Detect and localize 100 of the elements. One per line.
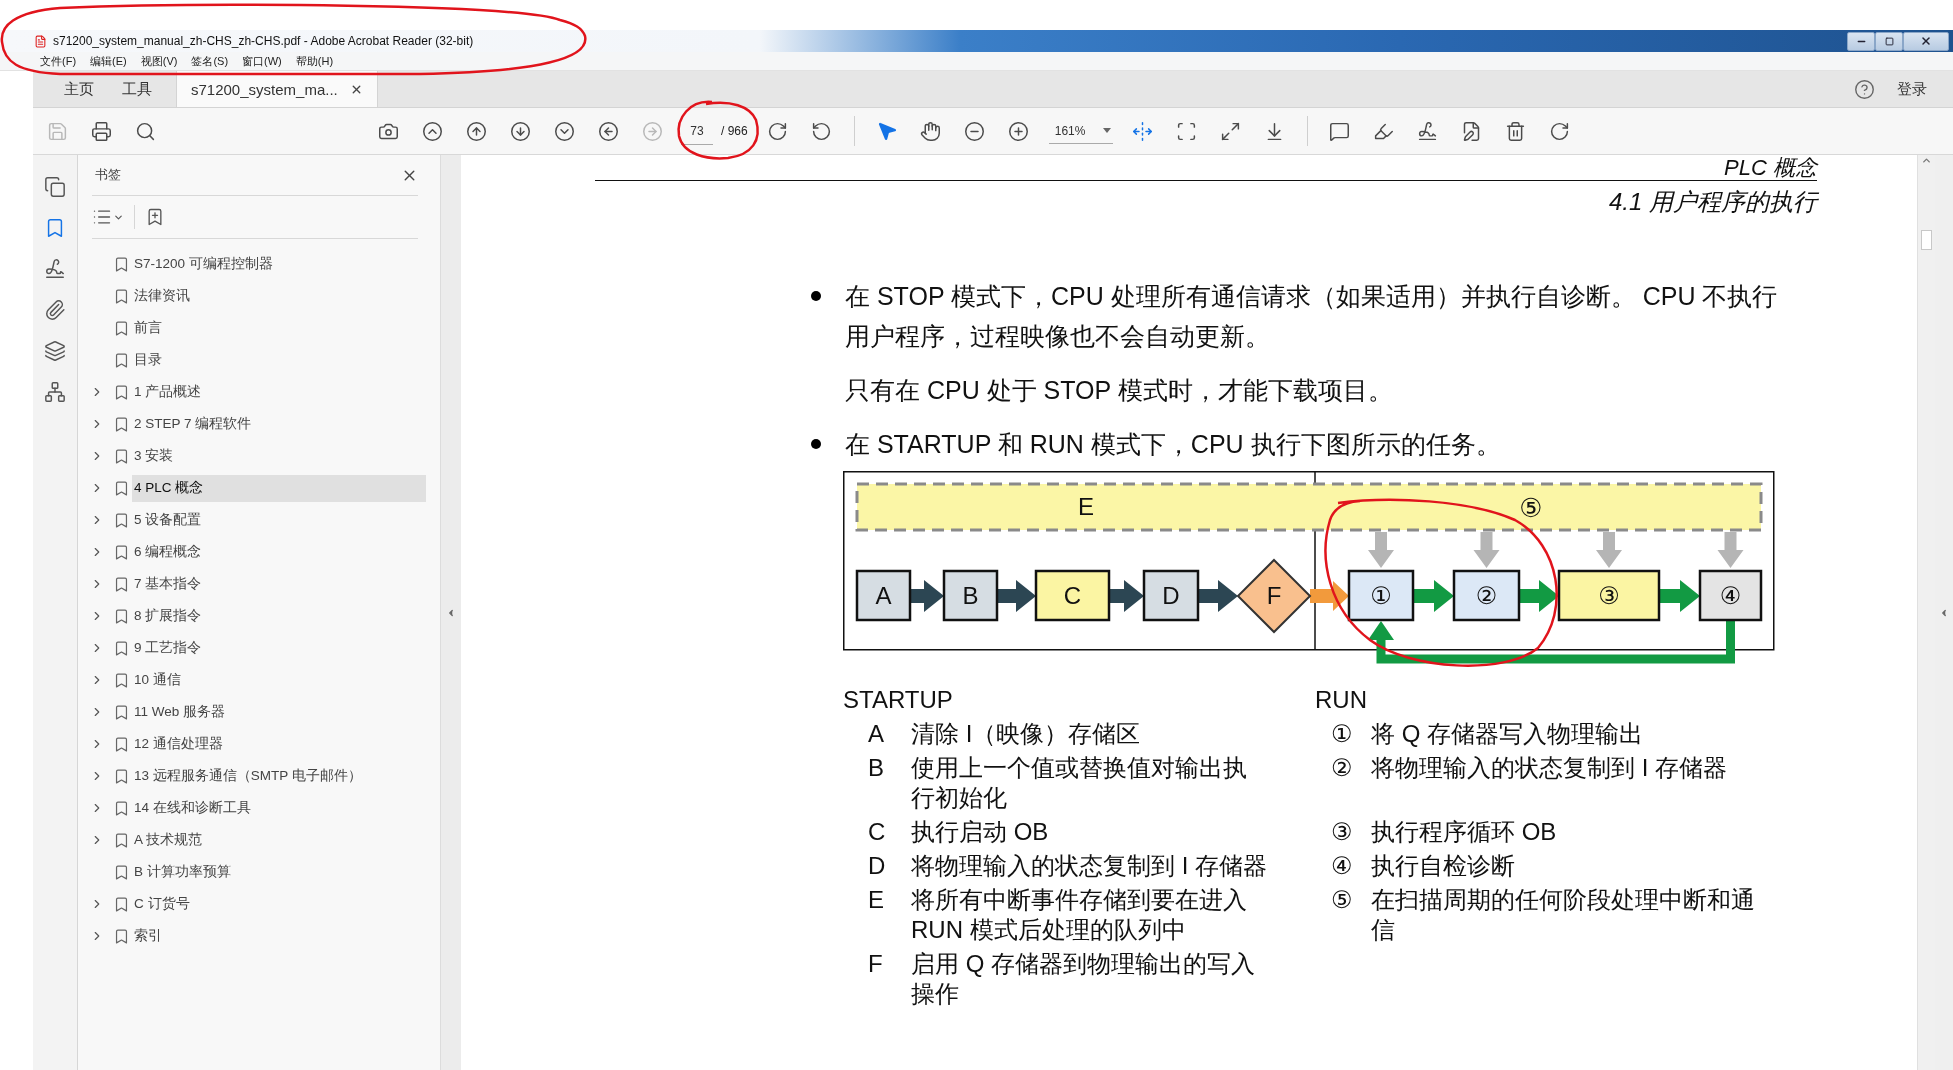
page-count: / 966 <box>721 124 748 138</box>
bookmark-item[interactable]: S7-1200 可编程控制器 <box>132 250 426 278</box>
bookmark-item[interactable]: 13 远程服务通信（SMTP 电子邮件） <box>132 762 426 790</box>
menu-item[interactable]: 窗口(W) <box>242 53 282 69</box>
interrupt-arrow <box>1368 532 1394 568</box>
scroll-thumb[interactable] <box>1921 230 1932 250</box>
bookmark-item[interactable]: 目录 <box>132 346 426 374</box>
bookmark-item[interactable]: 5 设备配置 <box>132 506 426 534</box>
process-step: ③ <box>1557 569 1661 622</box>
bookmark-item[interactable]: 10 通信 <box>132 666 426 694</box>
bookmark-item[interactable]: 索引 <box>132 922 426 950</box>
legend-key: F <box>868 949 911 1009</box>
menu-item[interactable]: 视图(V) <box>140 53 178 69</box>
pages-icon[interactable] <box>44 176 66 198</box>
menu-item[interactable]: 编辑(E) <box>90 53 127 69</box>
hand-icon[interactable] <box>920 120 942 142</box>
bullet-icon <box>811 439 821 449</box>
page-number-field[interactable]: 73 <box>681 117 713 145</box>
full-screen-icon[interactable] <box>1220 120 1242 142</box>
bookmark-item[interactable]: 9 工艺指令 <box>132 634 426 662</box>
last-page-icon[interactable] <box>553 120 575 142</box>
process-step: A <box>855 569 912 622</box>
close-icon[interactable] <box>1920 35 1932 47</box>
signature-icon[interactable] <box>1417 120 1439 142</box>
rotate-clockwise-icon[interactable] <box>767 120 789 142</box>
process-step: ② <box>1452 569 1521 622</box>
legend-text: 将物理输入的状态复制到 I 存储器 <box>1371 753 1728 783</box>
fit-page-icon[interactable] <box>1176 120 1198 142</box>
legend-text: 执行启动 OB <box>911 817 1050 847</box>
tab[interactable]: 工具 <box>108 71 166 107</box>
legend-key: ② <box>1331 753 1371 813</box>
interrupt-arrow <box>1473 532 1500 568</box>
trash-icon[interactable] <box>1505 120 1527 142</box>
legend-heading: RUN <box>1314 685 1368 715</box>
panel-title: 书签 <box>95 166 121 184</box>
signature-icon[interactable] <box>44 258 66 280</box>
legend-text: 执行程序循环 OB <box>1371 817 1558 847</box>
flow-arrow <box>1198 580 1238 612</box>
legend-key: B <box>868 753 911 813</box>
bookmark-item[interactable]: 11 Web 服务器 <box>132 698 426 726</box>
tab[interactable]: 主页 <box>33 71 108 107</box>
bookmark-item[interactable]: 4 PLC 概念 <box>132 474 426 502</box>
scrollbar[interactable] <box>1917 155 1935 1070</box>
legend-key: ① <box>1331 719 1371 749</box>
bookmark-item[interactable]: 14 在线和诊断工具 <box>132 794 426 822</box>
bookmark-item[interactable]: A 技术规范 <box>132 826 426 854</box>
scroll-up-icon[interactable] <box>1921 155 1932 166</box>
sign-in-link[interactable]: 登录 <box>1897 79 1927 99</box>
bookmark-item[interactable]: 12 通信处理器 <box>132 730 426 758</box>
collapse-handle-icon[interactable] <box>1939 607 1949 618</box>
process-step: B <box>942 569 999 622</box>
help-icon[interactable] <box>1854 78 1875 100</box>
arrow-down-icon[interactable] <box>509 120 531 142</box>
flow-arrow <box>997 580 1036 612</box>
first-page-icon[interactable] <box>421 120 443 142</box>
menu-item[interactable]: 文件(F) <box>40 53 77 69</box>
legend-heading: STARTUP <box>843 685 954 715</box>
legend-text: 将 Q 存储器写入物理输出 <box>1371 719 1644 749</box>
redo-icon[interactable] <box>1549 120 1571 142</box>
legend-key: C <box>868 817 911 847</box>
zoom-out-icon[interactable] <box>964 120 986 142</box>
legend-text: 将物理输入的状态复制到 I 存储器 <box>911 851 1268 881</box>
bookmark-item[interactable]: 8 扩展指令 <box>132 602 426 630</box>
paperclip-icon[interactable] <box>44 299 66 321</box>
legend-text: 执行自检诊断 <box>1371 851 1516 881</box>
arrow-up-icon[interactable] <box>465 120 487 142</box>
process-step: C <box>1034 569 1111 622</box>
process-step: ① <box>1347 569 1415 622</box>
zoom-field[interactable]: 161% <box>1048 118 1113 144</box>
rotate-counterclockwise-icon[interactable] <box>811 120 833 142</box>
section-title: 4.1 用户程序的执行 <box>1607 187 1817 217</box>
bookmark-item[interactable]: 3 安装 <box>132 442 426 470</box>
structure-icon[interactable] <box>44 381 66 403</box>
bookmark-item[interactable]: B 计算功率预算 <box>132 858 426 886</box>
restore-icon[interactable] <box>1884 36 1894 46</box>
zoom-in-icon[interactable] <box>1008 120 1030 142</box>
flow-arrow <box>1413 580 1454 612</box>
menu-item[interactable]: 帮助(H) <box>295 53 334 69</box>
bookmark-item[interactable]: 6 编程概念 <box>132 538 426 566</box>
bookmark-item[interactable]: 法律资讯 <box>132 282 426 310</box>
bookmark-item[interactable]: 7 基本指令 <box>132 570 426 598</box>
search-icon[interactable] <box>134 120 156 142</box>
comment-icon[interactable] <box>1329 120 1351 142</box>
caret-icon[interactable] <box>1102 128 1111 133</box>
printer-icon[interactable] <box>90 120 112 142</box>
bookmark-item[interactable]: 2 STEP 7 编程软件 <box>132 410 426 438</box>
legend-text: 使用上一个值或替换值对输出执行初始化 <box>911 753 1248 813</box>
flow-arrow <box>1659 580 1700 612</box>
bookmark-item[interactable]: C 订货号 <box>132 890 426 918</box>
tab[interactable]: s71200_system_ma... <box>176 71 378 107</box>
layers-icon[interactable] <box>44 340 66 362</box>
collapse-handle-icon[interactable] <box>446 607 456 618</box>
running-head: PLC 概念 <box>595 155 1817 181</box>
bookmark-item[interactable]: 1 产品概述 <box>132 378 426 406</box>
fit-width-icon[interactable] <box>1132 120 1154 142</box>
bookmark-item[interactable]: 前言 <box>132 314 426 342</box>
paragraph: 只有在 CPU 处于 STOP 模式时，才能下载项目。 <box>845 375 1394 406</box>
menu-item[interactable]: 签名(S) <box>191 53 229 69</box>
flow-arrow <box>1310 581 1349 611</box>
arrow-left-icon[interactable] <box>597 120 619 142</box>
